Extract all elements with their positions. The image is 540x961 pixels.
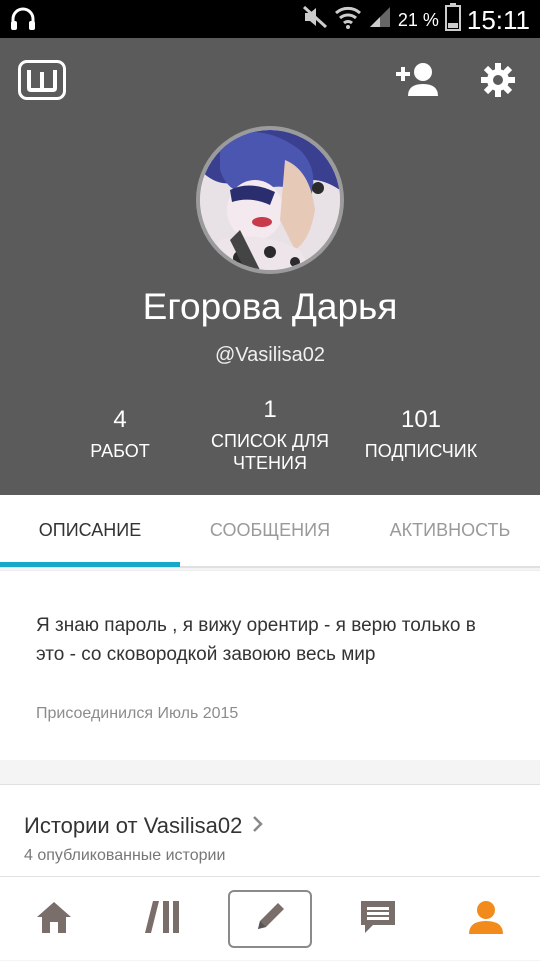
add-user-icon[interactable] [394,60,440,100]
pencil-icon [252,899,288,940]
description-text: Я знаю пароль , я вижу орентир - я верю … [36,615,476,665]
stat-works-label: РАБОТ [90,441,150,461]
tab-messages[interactable]: СООБЩЕНИЯ [180,495,360,566]
tab-description[interactable]: ОПИСАНИЕ [0,495,180,566]
stories-title-row[interactable]: Истории от Vasilisa02 [24,813,264,839]
stat-works[interactable]: 4 РАБОТ [40,406,200,462]
write-button[interactable] [228,890,312,948]
nav-profile[interactable] [432,877,540,961]
profile-header: Егорова Дарья @Vasilisa02 4 РАБОТ 1 СПИС… [0,38,540,495]
stories-subtitle: 4 опубликованные истории [24,847,226,864]
stat-reading-list-number: 1 [263,396,277,423]
status-bar: 21 % 15:11 [0,0,540,38]
stat-followers-label: ПОДПИСЧИК [364,441,478,461]
battery-icon [444,3,461,37]
wifi-icon [334,5,362,35]
battery-percent: 21 % [397,9,439,30]
avatar[interactable] [196,126,344,274]
stories-section[interactable]: Истории от Vasilisa02 4 опубликованные и… [0,784,540,876]
active-tab-indicator [0,562,180,567]
gear-icon[interactable] [480,62,516,98]
nav-home[interactable] [0,877,108,961]
nav-library[interactable] [108,877,216,961]
clock: 15:11 [466,4,530,35]
stat-followers[interactable]: 101 ПОДПИСЧИК [341,406,501,462]
wattpad-logo[interactable] [18,60,66,100]
messages-icon [359,899,397,940]
chevron-right-icon [252,813,264,839]
stories-title: Истории от Vasilisa02 [24,813,243,838]
joined-date: Присоединился Июль 2015 [36,705,239,722]
tab-activity[interactable]: АКТИВНОСТЬ [360,495,540,566]
nav-write[interactable] [216,877,324,961]
profile-tabs: ОПИСАНИЕ СООБЩЕНИЯ АКТИВНОСТЬ [0,495,540,568]
bottom-navigation [0,876,540,960]
profile-handle: @Vasilisa02 [215,344,325,366]
stat-reading-list-label: СПИСОК ДЛЯ ЧТЕНИЯ [211,431,329,473]
stat-reading-list[interactable]: 1 СПИСОК ДЛЯ ЧТЕНИЯ [190,396,350,474]
signal-icon [368,5,392,35]
home-icon [35,900,73,939]
stat-works-number: 4 [113,406,127,433]
nav-messages[interactable] [324,877,432,961]
description-card: Я знаю пароль , я вижу орентир - я верю … [0,570,540,760]
profile-name: Егорова Дарья [142,286,398,327]
headphones-icon [10,7,36,36]
library-icon [143,899,181,940]
stat-followers-number: 101 [400,406,442,433]
mute-icon [302,5,328,35]
profile-icon [467,899,505,940]
